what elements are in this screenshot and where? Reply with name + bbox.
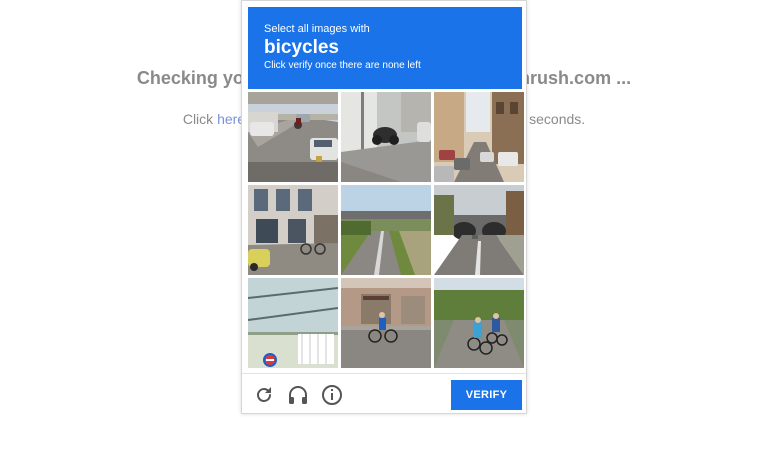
captcha-tile[interactable] [248, 185, 338, 275]
captcha-tile[interactable] [341, 278, 431, 368]
captcha-tile[interactable] [248, 278, 338, 368]
road-traffic-image [248, 92, 338, 182]
two-cyclists-image [434, 278, 524, 368]
captcha-image-grid [248, 92, 524, 368]
redirect-prefix: Click [182, 111, 218, 127]
captcha-tile[interactable] [434, 278, 524, 368]
parked-motorcycle-image [341, 92, 431, 182]
captcha-dialog: Select all images with bicycles Click ve… [241, 0, 527, 414]
building-stairs-image [248, 278, 338, 368]
cyclist-street-image [341, 278, 431, 368]
captcha-tile[interactable] [341, 92, 431, 182]
captcha-target: bicycles [264, 37, 339, 58]
headphones-icon[interactable] [286, 383, 310, 407]
captcha-tile[interactable] [434, 185, 524, 275]
bike-path-bridge-image [341, 185, 431, 275]
captcha-tile[interactable] [434, 92, 524, 182]
road-tunnel-image [434, 185, 524, 275]
footer-divider [242, 373, 526, 374]
reload-icon[interactable] [252, 383, 276, 407]
info-icon[interactable] [320, 383, 344, 407]
captcha-hint: Click verify once there are none left [264, 60, 421, 71]
city-street-image [434, 92, 524, 182]
captcha-tile[interactable] [341, 185, 431, 275]
captcha-instruction: Select all images with [264, 23, 370, 35]
building-bicycles-image [248, 185, 338, 275]
captcha-header: Select all images with bicycles Click ve… [248, 7, 522, 89]
captcha-tile[interactable] [248, 92, 338, 182]
verify-button[interactable]: VERIFY [451, 380, 522, 410]
